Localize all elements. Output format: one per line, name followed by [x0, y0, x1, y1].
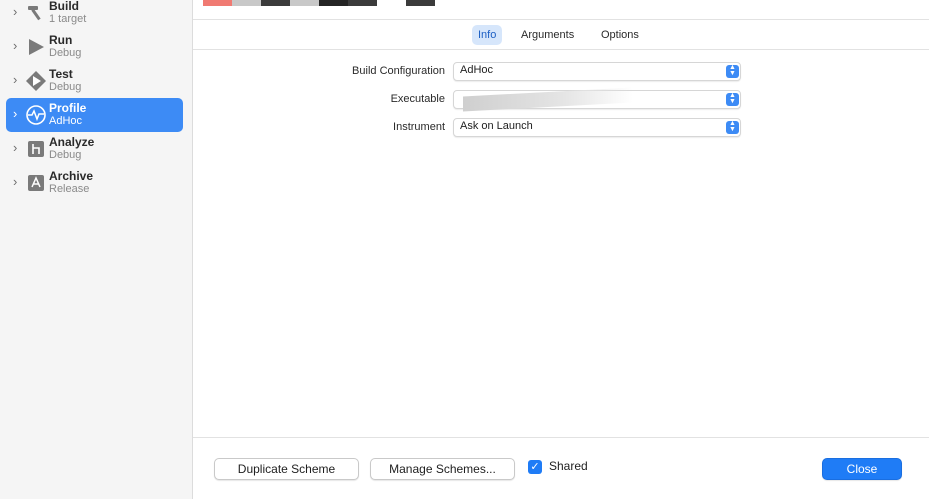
scheme-item-analyze[interactable]: › Analyze Debug	[6, 132, 183, 166]
scheme-subtitle: Debug	[49, 149, 82, 161]
shared-checkbox[interactable]: ✓	[528, 460, 542, 474]
scheme-item-profile[interactable]: › Profile AdHoc	[6, 98, 183, 132]
target-swatch	[406, 0, 435, 6]
scheme-title: Analyze	[49, 135, 95, 149]
target-swatch	[319, 0, 348, 6]
chevron-up-down-icon: ▲ ▼	[726, 120, 739, 134]
chevron-right-icon[interactable]: ›	[13, 175, 23, 188]
target-swatch	[348, 0, 377, 6]
play-icon	[29, 39, 44, 55]
chevron-right-icon[interactable]: ›	[13, 5, 23, 18]
instrument-popup[interactable]: Ask on Launch ▲ ▼	[453, 118, 741, 137]
archive-icon	[28, 175, 44, 191]
chevron-right-icon[interactable]: ›	[13, 141, 23, 154]
chevron-right-icon[interactable]: ›	[13, 73, 23, 86]
instrument-value: Ask on Launch	[460, 120, 533, 132]
scheme-sidebar: › Build 1 target › Run Debug › Test Debu…	[0, 0, 193, 499]
tab-options[interactable]: Options	[595, 25, 645, 45]
scheme-subtitle: Debug	[49, 47, 82, 59]
scheme-title: Run	[49, 33, 73, 47]
scheme-title: Build	[49, 0, 79, 13]
analyze-icon	[28, 141, 44, 157]
scheme-item-test[interactable]: › Test Debug	[6, 64, 183, 98]
executable-label: Executable	[390, 93, 445, 105]
target-swatch	[290, 0, 319, 6]
scheme-title: Profile	[49, 101, 87, 115]
hammer-icon	[28, 6, 41, 21]
build-configuration-popup[interactable]: AdHoc ▲ ▼	[453, 62, 741, 81]
scheme-item-run[interactable]: › Run Debug	[6, 30, 183, 64]
target-swatch	[261, 0, 290, 6]
scheme-subtitle: AdHoc	[49, 115, 83, 127]
waveform-icon	[26, 105, 46, 125]
chevron-right-icon[interactable]: ›	[13, 107, 23, 120]
shared-label: Shared	[549, 459, 588, 473]
scheme-title: Archive	[49, 169, 94, 183]
duplicate-scheme-button[interactable]: Duplicate Scheme	[214, 458, 359, 480]
scheme-item-archive[interactable]: › Archive Release	[6, 166, 183, 200]
target-swatch	[232, 0, 261, 6]
scheme-title: Test	[49, 67, 73, 81]
chevron-right-icon[interactable]: ›	[13, 39, 23, 52]
build-configuration-value: AdHoc	[460, 64, 494, 76]
tab-arguments[interactable]: Arguments	[515, 25, 580, 45]
close-button[interactable]: Close	[822, 458, 902, 480]
scheme-subtitle: Debug	[49, 81, 82, 93]
scheme-item-build[interactable]: › Build 1 target	[6, 0, 183, 30]
chevron-up-down-icon: ▲ ▼	[726, 92, 739, 106]
tab-info[interactable]: Info	[472, 25, 503, 45]
chevron-up-down-icon: ▲ ▼	[726, 64, 739, 78]
diamond-play-icon	[26, 71, 46, 91]
build-configuration-label: Build Configuration	[352, 65, 445, 77]
tab-bar: Info Arguments Options	[193, 19, 929, 50]
scheme-subtitle: Release	[49, 183, 90, 195]
footer-bar: Duplicate Scheme Manage Schemes... ✓ Sha…	[193, 437, 929, 500]
scheme-subtitle: 1 target	[49, 13, 87, 25]
manage-schemes-button[interactable]: Manage Schemes...	[370, 458, 515, 480]
instrument-label: Instrument	[393, 121, 445, 133]
target-swatch	[203, 0, 232, 6]
